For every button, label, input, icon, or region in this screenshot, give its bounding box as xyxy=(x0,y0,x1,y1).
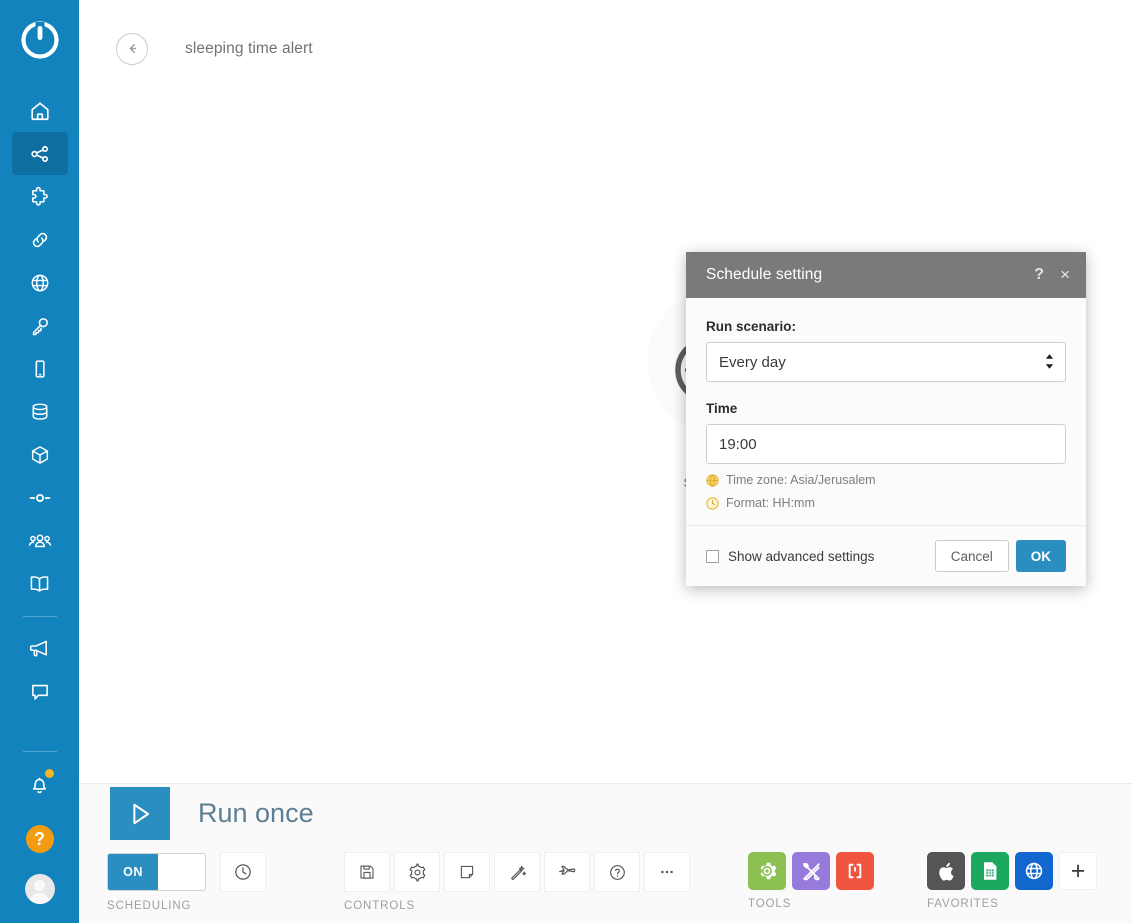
avatar[interactable] xyxy=(24,874,55,904)
scheduling-group: ON SCHEDULING xyxy=(107,852,266,912)
sidebar-item-devices[interactable] xyxy=(12,347,68,390)
favorites-group: + FAVORITES xyxy=(927,852,1097,910)
scheduling-toggle-knob xyxy=(158,854,205,890)
auto-align-button[interactable] xyxy=(494,852,540,892)
clock-icon xyxy=(706,496,719,510)
sidebar-item-support[interactable] xyxy=(12,670,68,713)
run-once-button[interactable] xyxy=(110,787,170,840)
sidebar-item-scenarios[interactable] xyxy=(11,132,68,175)
sidebar-nav xyxy=(0,79,79,713)
controls-group: CONTROLS xyxy=(344,852,690,912)
explain-flow-button[interactable] xyxy=(544,852,590,892)
plane-icon xyxy=(559,865,576,875)
sidebar-divider xyxy=(22,616,57,617)
header: sleeping time alert xyxy=(79,0,1132,97)
wand-icon xyxy=(510,865,526,880)
notes-button[interactable] xyxy=(444,852,490,892)
page-title: sleeping time alert xyxy=(185,39,313,57)
sidebar-item-news[interactable] xyxy=(12,627,68,670)
sidebar-item-docs[interactable] xyxy=(12,562,68,605)
tools-wrench-tile[interactable] xyxy=(792,852,830,890)
gear-icon xyxy=(409,863,425,881)
checkbox-box[interactable] xyxy=(706,549,719,563)
sidebar-item-apps[interactable] xyxy=(12,433,68,476)
back-arrow-icon xyxy=(129,43,136,54)
ellipsis-icon xyxy=(661,870,673,874)
dialog-title: Schedule setting xyxy=(706,266,823,283)
sidebar-item-templates[interactable] xyxy=(12,175,68,218)
help-button[interactable]: ? xyxy=(25,825,54,853)
tools-caption: TOOLS xyxy=(748,898,792,910)
app-root: ? sleeping time alert Run once ON SCHEDU… xyxy=(0,0,1132,923)
help-button-controls[interactable] xyxy=(594,852,640,892)
time-label: Time xyxy=(706,401,738,416)
sidebar-item-functions[interactable] xyxy=(12,476,68,519)
back-button[interactable] xyxy=(116,32,148,65)
favorite-apple-tile[interactable] xyxy=(927,852,965,890)
timezone-hint: Time zone: Asia/Jerusalem xyxy=(706,473,1066,487)
schedule-settings-button[interactable] xyxy=(220,852,266,892)
scheduling-toggle[interactable]: ON xyxy=(107,853,206,891)
run-once-row[interactable]: Run once xyxy=(110,787,314,840)
add-favorite-button[interactable]: + xyxy=(1059,852,1097,890)
clock-icon xyxy=(235,864,251,880)
bottom-toolbar: Run once ON SCHEDULING CONTROLS TOOLS + … xyxy=(79,783,1132,923)
save-button[interactable] xyxy=(344,852,390,892)
app-logo[interactable] xyxy=(0,0,79,79)
show-advanced-settings-checkbox[interactable]: Show advanced settings xyxy=(706,549,935,564)
tools-icon xyxy=(802,862,820,880)
cancel-button[interactable]: Cancel xyxy=(934,540,1009,572)
gear-icon xyxy=(760,862,777,880)
note-icon xyxy=(460,865,474,879)
scheduling-toggle-label: ON xyxy=(108,854,158,890)
show-advanced-settings-label: Show advanced settings xyxy=(728,548,875,564)
favorite-spreadsheet-tile[interactable] xyxy=(971,852,1009,890)
globe-icon xyxy=(1025,862,1043,880)
time-input[interactable] xyxy=(706,424,1066,464)
format-hint-text: Format: HH:mm xyxy=(726,496,815,510)
close-icon[interactable]: × xyxy=(1060,265,1070,285)
save-icon xyxy=(360,865,374,879)
notifications-button[interactable] xyxy=(12,762,68,806)
run-once-label: Run once xyxy=(198,798,314,828)
sidebar-footer-divider xyxy=(22,751,57,752)
toolbar-groups: ON SCHEDULING CONTROLS TOOLS + FAVORITES xyxy=(107,852,1097,912)
tools-bracket-tile[interactable] xyxy=(836,852,874,890)
settings-button[interactable] xyxy=(394,852,440,892)
sidebar-footer: ? xyxy=(0,740,79,923)
favorites-caption: FAVORITES xyxy=(927,898,999,910)
play-icon xyxy=(133,803,150,824)
dialog-header: Schedule setting ? × xyxy=(686,252,1086,298)
ok-button[interactable]: OK xyxy=(1015,540,1066,572)
sidebar-item-team[interactable] xyxy=(12,519,68,562)
sidebar-item-keys[interactable] xyxy=(12,304,68,347)
format-hint: Format: HH:mm xyxy=(706,496,1066,510)
controls-caption: CONTROLS xyxy=(344,900,416,912)
notification-badge xyxy=(43,768,55,779)
spreadsheet-icon xyxy=(984,862,997,880)
run-scenario-select-wrap xyxy=(706,342,1066,382)
more-button[interactable] xyxy=(644,852,690,892)
run-scenario-select[interactable] xyxy=(706,342,1066,382)
sidebar-item-data-stores[interactable] xyxy=(12,390,68,433)
scheduling-caption: SCHEDULING xyxy=(107,900,192,912)
sidebar-item-webhooks[interactable] xyxy=(12,261,68,304)
apple-icon xyxy=(938,862,954,881)
timezone-hint-text: Time zone: Asia/Jerusalem xyxy=(726,473,876,487)
question-icon xyxy=(609,864,625,880)
globe-icon xyxy=(706,473,719,487)
dialog-footer: Show advanced settings Cancel OK xyxy=(686,525,1086,586)
tools-gear-tile[interactable] xyxy=(748,852,786,890)
dialog-body: Run scenario: Time xyxy=(686,298,1086,525)
favorite-globe-tile[interactable] xyxy=(1015,852,1053,890)
sidebar-item-home[interactable] xyxy=(12,89,68,132)
sidebar: ? xyxy=(0,0,79,923)
tools-group: TOOLS xyxy=(748,852,880,910)
run-scenario-label: Run scenario: xyxy=(706,319,797,334)
bracket-icon xyxy=(848,863,862,879)
schedule-setting-dialog: Schedule setting ? × Run scenario: Time xyxy=(686,252,1086,586)
dialog-help-icon[interactable]: ? xyxy=(1034,266,1044,284)
sidebar-item-connections[interactable] xyxy=(12,218,68,261)
